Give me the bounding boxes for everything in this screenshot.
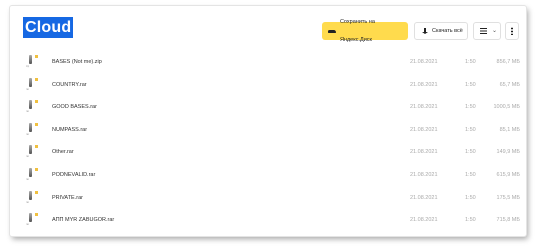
file-date: 21.08.2021 bbox=[410, 104, 438, 111]
archive-file-icon: rar bbox=[26, 145, 38, 159]
file-size: 175,5 МБ bbox=[496, 194, 520, 201]
file-name[interactable]: NUMPASS.rar bbox=[52, 127, 87, 133]
save-button-label: Сохранить на Яндекс.Диск bbox=[339, 19, 375, 43]
more-options-button[interactable] bbox=[505, 22, 519, 40]
file-size: 1000,5 МБ bbox=[493, 104, 520, 111]
archive-file-icon: zip bbox=[26, 55, 38, 69]
file-time: 1:50 bbox=[465, 149, 476, 156]
chevron-down-icon: ⌄ bbox=[492, 28, 498, 34]
file-time: 1:50 bbox=[465, 217, 476, 224]
file-name[interactable]: PRIVATE.rar bbox=[52, 195, 83, 201]
save-to-yandex-disk-button[interactable]: Сохранить на Яндекс.Диск bbox=[322, 19, 408, 43]
file-row[interactable]: rar COUNTRY.rar 21.08.2021 1:50 65,7 МБ bbox=[10, 75, 526, 98]
file-name[interactable]: Other.rar bbox=[52, 149, 74, 155]
file-date: 21.08.2021 bbox=[410, 217, 438, 224]
download-all-button[interactable]: Скачать всё bbox=[414, 22, 468, 40]
archive-file-icon: rar bbox=[26, 190, 38, 205]
file-date: 21.08.2021 bbox=[410, 81, 438, 88]
archive-file-icon: rar bbox=[26, 122, 38, 137]
archive-file-icon: rar bbox=[26, 100, 38, 114]
file-ext: rar bbox=[26, 177, 30, 181]
car-icon bbox=[328, 29, 336, 34]
page-title: Cloud bbox=[23, 17, 74, 38]
file-time: 1:50 bbox=[465, 171, 476, 178]
file-ext: rar bbox=[26, 132, 30, 136]
view-mode-dropdown[interactable]: ⌄ bbox=[473, 22, 501, 40]
file-date: 21.08.2021 bbox=[410, 126, 438, 133]
file-size: 85,1 МБ bbox=[499, 126, 520, 133]
file-size: 856,7 МБ bbox=[496, 59, 520, 65]
file-ext: rar bbox=[26, 200, 30, 204]
file-size: 615,9 МБ bbox=[496, 171, 520, 178]
download-button-label: Скачать всё bbox=[432, 28, 463, 34]
file-ext: zip bbox=[26, 65, 30, 68]
file-row[interactable]: rar PODNEVALID.rar 21.08.2021 1:50 615,9… bbox=[10, 165, 526, 188]
file-ext: rar bbox=[26, 223, 30, 227]
file-ext: rar bbox=[26, 87, 30, 91]
file-size: 149,9 МБ bbox=[496, 149, 520, 156]
file-name[interactable]: PODNEVALID.rar bbox=[52, 172, 95, 178]
file-time: 1:50 bbox=[465, 59, 476, 65]
file-row[interactable]: rar NUMPASS.rar 21.08.2021 1:50 85,1 МБ bbox=[10, 120, 526, 143]
file-date: 21.08.2021 bbox=[410, 171, 438, 178]
file-row[interactable]: rar PRIVATE.rar 21.08.2021 1:50 175,5 МБ bbox=[10, 188, 526, 211]
header: Cloud Сохранить на Яндекс.Диск Скачать в… bbox=[10, 6, 526, 46]
file-size: 715,8 МБ bbox=[496, 217, 520, 224]
file-date: 21.08.2021 bbox=[410, 59, 438, 65]
file-name[interactable]: АПП MYR ZABUGOR.rar bbox=[52, 217, 114, 223]
file-date: 21.08.2021 bbox=[410, 149, 438, 156]
file-date: 21.08.2021 bbox=[410, 194, 438, 201]
archive-file-icon: rar bbox=[26, 213, 38, 227]
file-row[interactable]: rar АПП MYR ZABUGOR.rar 21.08.2021 1:50 … bbox=[10, 210, 526, 233]
archive-file-icon: rar bbox=[26, 167, 38, 182]
file-name[interactable]: BASES (Not me).zip bbox=[52, 59, 102, 65]
file-ext: rar bbox=[26, 110, 30, 114]
list-view-icon bbox=[480, 28, 487, 34]
file-size: 65,7 МБ bbox=[499, 81, 520, 88]
file-row[interactable]: rar Other.rar 21.08.2021 1:50 149,9 МБ bbox=[10, 142, 526, 165]
file-time: 1:50 bbox=[465, 81, 476, 88]
file-row[interactable]: rar GOOD BASES.rar 21.08.2021 1:50 1000,… bbox=[10, 97, 526, 120]
file-name[interactable]: GOOD BASES.rar bbox=[52, 104, 97, 110]
file-time: 1:50 bbox=[465, 194, 476, 201]
file-ext: rar bbox=[26, 155, 30, 159]
file-list: zip BASES (Not me).zip 21.08.2021 1:50 8… bbox=[10, 52, 526, 233]
file-time: 1:50 bbox=[465, 126, 476, 133]
download-icon bbox=[422, 27, 428, 35]
file-name[interactable]: COUNTRY.rar bbox=[52, 82, 87, 88]
file-time: 1:50 bbox=[465, 104, 476, 111]
file-row[interactable]: zip BASES (Not me).zip 21.08.2021 1:50 8… bbox=[10, 52, 526, 75]
more-vertical-icon bbox=[511, 27, 513, 35]
file-list-window: Cloud Сохранить на Яндекс.Диск Скачать в… bbox=[10, 6, 526, 236]
archive-file-icon: rar bbox=[26, 77, 38, 92]
